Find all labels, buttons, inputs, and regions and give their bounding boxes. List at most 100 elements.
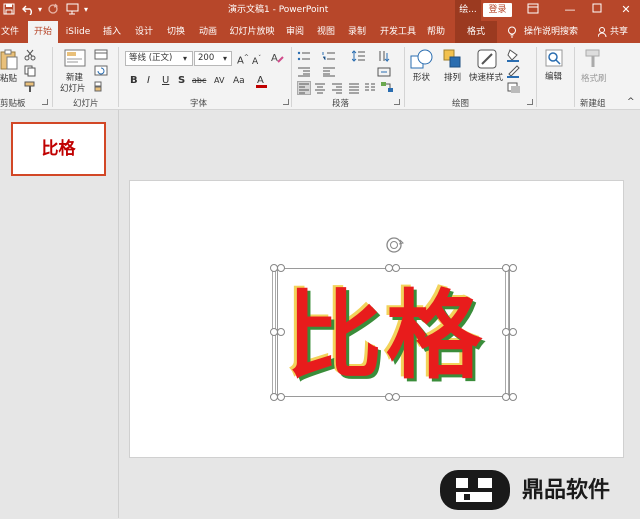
find-icon[interactable]: [545, 49, 563, 70]
paste-icon[interactable]: [0, 49, 18, 74]
slide-title-text[interactable]: 比格: [286, 282, 506, 390]
minimize-icon[interactable]: —: [560, 3, 580, 17]
format-painter-large-icon[interactable]: [584, 49, 602, 72]
tab-islide[interactable]: iSlide: [64, 21, 92, 43]
align-right-icon[interactable]: [331, 82, 343, 97]
undo-dropdown-icon[interactable]: ▾: [38, 3, 42, 17]
font-size-dropdown-icon[interactable]: ▾: [223, 55, 227, 63]
clipboard-launcher-icon[interactable]: [42, 99, 48, 105]
paste-label[interactable]: 粘贴: [0, 74, 17, 84]
resize-handle-top-left[interactable]: [270, 264, 285, 272]
align-text-icon[interactable]: [377, 67, 391, 80]
arrange-icon[interactable]: [443, 48, 463, 73]
grow-font-icon[interactable]: A^: [237, 52, 249, 67]
font-color-icon[interactable]: A: [256, 74, 270, 91]
increase-indent-icon[interactable]: [322, 67, 336, 80]
share-button[interactable]: 共享: [610, 21, 628, 43]
reset-icon[interactable]: [94, 65, 108, 79]
shapes-label[interactable]: 形状: [413, 73, 430, 83]
slide-thumbnail-text: 比格: [41, 139, 76, 159]
tab-developer[interactable]: 开发工具: [378, 21, 418, 43]
clear-formatting-icon[interactable]: A: [271, 51, 284, 67]
ribbon-tab-row: 文件 开始 iSlide 插入 设计 切换 动画 幻灯片放映 审阅 视图 录制 …: [0, 21, 640, 43]
tab-transitions[interactable]: 切换: [164, 21, 188, 43]
strikethrough-button[interactable]: abc: [192, 75, 206, 87]
ribbon: 粘贴 剪贴板 新建 幻灯片 幻灯片 等线 (正文) ▾ 200 ▾ A^ Aˇ …: [0, 43, 640, 110]
bullets-icon[interactable]: [297, 51, 311, 64]
align-center-icon[interactable]: [314, 82, 326, 97]
section-icon[interactable]: [94, 81, 108, 95]
lightbulb-icon: [507, 26, 517, 41]
close-icon[interactable]: ✕: [616, 3, 636, 17]
maximize-icon[interactable]: [587, 3, 607, 17]
login-button[interactable]: 登录: [483, 3, 512, 17]
new-slide-label-2[interactable]: 幻灯片: [60, 84, 86, 94]
undo-icon[interactable]: [22, 3, 36, 19]
shadow-button[interactable]: S: [178, 75, 185, 87]
ribbon-display-options-icon[interactable]: [523, 3, 543, 17]
italic-button[interactable]: I: [147, 75, 150, 87]
tab-help[interactable]: 帮助: [425, 21, 447, 43]
shrink-font-icon[interactable]: Aˇ: [252, 53, 261, 68]
tab-slideshow[interactable]: 幻灯片放映: [229, 21, 275, 43]
resize-handle-bottom-center[interactable]: [385, 393, 400, 401]
font-name-dropdown-icon[interactable]: ▾: [183, 55, 187, 63]
tab-insert[interactable]: 插入: [100, 21, 124, 43]
redo-icon[interactable]: [47, 3, 59, 19]
resize-handle-bottom-left[interactable]: [270, 393, 285, 401]
columns-icon[interactable]: [364, 82, 376, 97]
text-direction-icon[interactable]: [377, 50, 391, 65]
resize-handle-top-right[interactable]: [502, 264, 517, 272]
format-painter-label[interactable]: 格式刷: [581, 74, 607, 84]
character-spacing-button[interactable]: AV: [214, 75, 224, 87]
shape-effects-icon[interactable]: [507, 81, 523, 97]
tell-me-search[interactable]: 操作说明搜索: [524, 21, 578, 43]
customize-quick-access-icon[interactable]: ▾: [84, 3, 88, 17]
svg-text:A: A: [257, 75, 264, 86]
tab-design[interactable]: 设计: [132, 21, 156, 43]
collapse-ribbon-icon[interactable]: ^: [627, 97, 635, 107]
editing-label[interactable]: 编辑: [545, 72, 562, 82]
numbering-icon[interactable]: [322, 51, 336, 64]
smartart-icon[interactable]: [380, 81, 394, 96]
copy-icon[interactable]: [24, 65, 36, 80]
new-slide-label[interactable]: 新建: [66, 73, 83, 83]
shape-fill-icon[interactable]: [507, 49, 523, 65]
arrange-label[interactable]: 排列: [444, 73, 461, 83]
tab-view[interactable]: 视图: [315, 21, 337, 43]
start-from-beginning-icon[interactable]: [66, 3, 79, 19]
layout-icon[interactable]: [94, 49, 108, 63]
format-painter-icon[interactable]: [24, 81, 36, 96]
tab-format[interactable]: 格式: [455, 21, 497, 43]
bold-button[interactable]: B: [130, 75, 138, 87]
resize-handle-middle-left[interactable]: [270, 328, 285, 336]
rotate-handle-icon[interactable]: [384, 236, 406, 257]
paragraph-launcher-icon[interactable]: [394, 99, 400, 105]
shapes-icon[interactable]: [410, 48, 434, 73]
justify-icon[interactable]: [348, 82, 360, 97]
slide-thumbnail[interactable]: 比格: [11, 122, 106, 176]
line-spacing-icon[interactable]: [351, 50, 366, 65]
align-left-icon[interactable]: [297, 81, 311, 95]
tab-animations[interactable]: 动画: [196, 21, 220, 43]
tab-home[interactable]: 开始: [28, 21, 58, 43]
save-icon[interactable]: [3, 3, 15, 19]
context-tool-label: 绘...: [455, 0, 481, 21]
cut-icon[interactable]: [24, 49, 36, 64]
resize-handle-top-center[interactable]: [385, 264, 400, 272]
decrease-indent-icon[interactable]: [297, 67, 311, 80]
underline-button[interactable]: U: [162, 75, 169, 87]
paragraph-group-label: 段落: [332, 99, 350, 109]
font-launcher-icon[interactable]: [283, 99, 289, 105]
shape-outline-icon[interactable]: [507, 65, 523, 81]
quick-styles-label[interactable]: 快速样式: [469, 73, 503, 83]
tab-record[interactable]: 录制: [346, 21, 368, 43]
ribbon-separator: [118, 47, 119, 107]
quick-styles-icon[interactable]: [476, 48, 498, 73]
resize-handle-bottom-right[interactable]: [502, 393, 517, 401]
tab-review[interactable]: 审阅: [284, 21, 306, 43]
new-slide-icon[interactable]: [64, 48, 86, 71]
change-case-button[interactable]: Aa: [233, 75, 245, 87]
drawing-launcher-icon[interactable]: [527, 99, 533, 105]
tab-file[interactable]: 文件: [0, 21, 20, 43]
